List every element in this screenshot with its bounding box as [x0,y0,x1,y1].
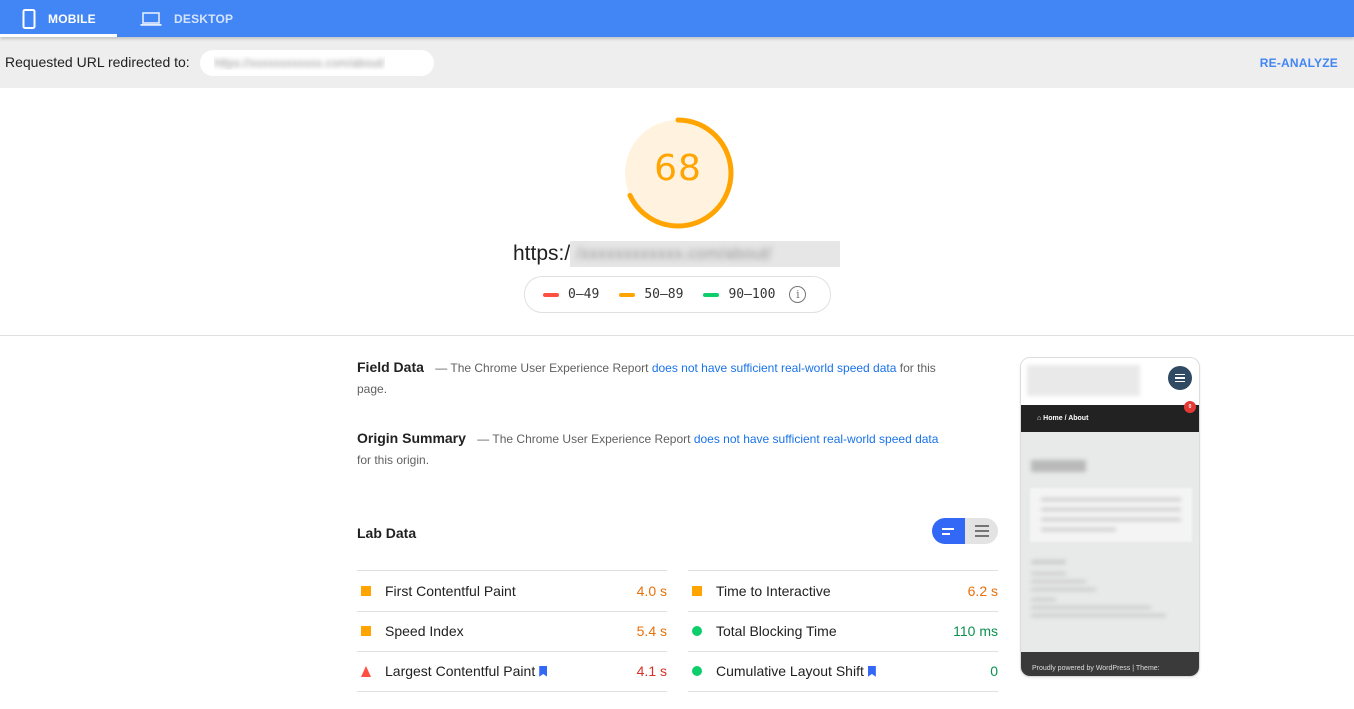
core-web-vital-bookmark-icon [539,665,548,677]
cart-badge: 0 [1184,401,1196,413]
pass-circle-icon [692,626,702,637]
section-divider [0,335,1354,336]
metric-first-contentful-paint: First Contentful Paint 4.0 s [357,570,667,611]
metric-name: Largest Contentful Paint [385,663,536,680]
metric-name: Cumulative Layout Shift [716,663,864,680]
metric-cumulative-layout-shift: Cumulative Layout Shift 0 [688,651,998,692]
legend-swatch-red [543,292,559,297]
redirect-url: https://xxxxxxxxxxxx.com/about/ [200,50,434,76]
legend-swatch-orange [619,292,636,297]
thumbnail-site-logo [1027,365,1140,396]
analyzed-url-blurred: /xxxxxxxxxxxx.com/about/ [570,241,841,267]
expanded-view-icon [974,525,989,527]
analyzed-url: https:/ /xxxxxxxxxxxx.com/about/ [513,241,841,267]
thumbnail-text-line [1031,598,1056,601]
expanded-view-button[interactable] [965,518,998,544]
metric-name: Time to Interactive [716,582,831,599]
field-data-text: The Chrome User Experience Report [450,361,649,375]
analyzed-url-prefix: https:/ [513,242,571,265]
tab-desktop-label: DESKTOP [174,11,234,26]
thumbnail-text-line [1041,508,1181,511]
thumbnail-text-line [1041,498,1181,501]
field-data-dash: — [435,361,448,375]
metric-value: 5.4 s [636,623,667,640]
compact-view-icon-line [941,532,950,535]
tab-desktop[interactable]: DESKTOP [140,0,260,37]
legend-range: 90–100 [728,287,776,302]
thumbnail-text-line [1031,588,1096,591]
thumbnail-text-line [1041,518,1181,521]
hamburger-menu-icon [1168,366,1192,390]
thumbnail-header [1021,358,1199,405]
metric-value: 0 [990,663,998,680]
metric-value: 110 ms [953,623,998,640]
metric-name: Speed Index [385,623,464,640]
metric-name: First Contentful Paint [385,582,516,599]
thumbnail-text-line [1031,614,1166,617]
score-legend: 0–49 50–89 90–100 i [524,276,831,313]
average-square-icon [361,585,371,596]
redirect-url-text: https://xxxxxxxxxxxx.com/about/ [214,56,385,70]
device-tab-bar: MOBILE DESKTOP [0,0,1354,37]
origin-summary-link[interactable]: does not have sufficient real-world spee… [694,432,939,446]
compact-view-icon [941,527,954,530]
origin-summary-text-after: for this origin. [357,453,430,467]
field-data-link[interactable]: does not have sufficient real-world spee… [652,361,897,375]
metric-speed-index: Speed Index 5.4 s [357,610,667,652]
redirect-bar: Requested URL redirected to: https://xxx… [0,37,1354,88]
thumbnail-card [1030,488,1192,542]
info-icon[interactable]: i [789,286,807,303]
origin-summary-title: Origin Summary [357,430,466,446]
legend-item-average: 50–89 [619,287,683,302]
laptop-icon [140,11,162,26]
page-screenshot-thumbnail: ⌂ Home / About 0 Proudly powered by Word… [1020,357,1200,677]
metric-value: 4.0 s [636,582,667,599]
legend-item-pass: 90–100 [703,287,775,302]
average-square-icon [361,626,371,637]
metric-value: 6.2 s [967,582,998,599]
metrics-column-right: Time to Interactive 6.2 s Total Blocking… [688,570,998,692]
compact-view-button[interactable] [932,518,965,544]
thumbnail-text-line [1031,572,1066,575]
metric-total-blocking-time: Total Blocking Time 110 ms [688,610,998,652]
legend-range: 50–89 [644,287,684,302]
expanded-view-icon-line [974,530,989,532]
thumbnail-body [1021,432,1199,654]
origin-summary-text: The Chrome User Experience Report [492,432,691,446]
average-square-icon [692,585,702,596]
legend-swatch-green [703,292,720,297]
metric-largest-contentful-paint: Largest Contentful Paint 4.1 s [357,651,667,692]
thumbnail-text-line [1031,606,1151,609]
field-data-section: Field Data — The Chrome User Experience … [357,357,947,400]
field-data-title: Field Data [357,359,424,375]
performance-score: 68 [654,148,702,189]
redirect-label: Requested URL redirected to: [5,54,190,70]
metric-time-to-interactive: Time to Interactive 6.2 s [688,570,998,611]
thumbnail-text-line [1031,580,1086,583]
metric-name: Total Blocking Time [716,623,837,640]
thumbnail-text-line [1041,528,1116,531]
origin-summary-section: Origin Summary — The Chrome User Experie… [357,428,947,471]
fail-triangle-icon [361,665,371,677]
origin-summary-dash: — [477,432,490,446]
thumbnail-footer: Proudly powered by WordPress | Theme: [1021,652,1199,676]
tab-mobile-label: MOBILE [48,11,96,26]
tab-mobile[interactable]: MOBILE [0,0,117,37]
metrics-view-toggle [932,518,998,544]
expanded-view-icon-line [974,535,989,537]
reanalyze-button[interactable]: RE-ANALYZE [1260,56,1338,70]
thumbnail-text-line [1031,560,1066,564]
pass-circle-icon [692,666,702,677]
lab-data-title: Lab Data [357,525,417,541]
legend-item-fail: 0–49 [543,287,599,302]
legend-range: 0–49 [568,287,600,302]
thumbnail-breadcrumb: ⌂ Home / About [1037,415,1089,422]
smartphone-icon [22,8,36,29]
metric-value: 4.1 s [636,663,667,680]
thumbnail-heading [1031,460,1086,472]
metrics-column-left: First Contentful Paint 4.0 s Speed Index… [357,570,667,692]
core-web-vital-bookmark-icon [867,665,876,677]
thumbnail-breadcrumb-bar: ⌂ Home / About 0 [1021,401,1199,432]
